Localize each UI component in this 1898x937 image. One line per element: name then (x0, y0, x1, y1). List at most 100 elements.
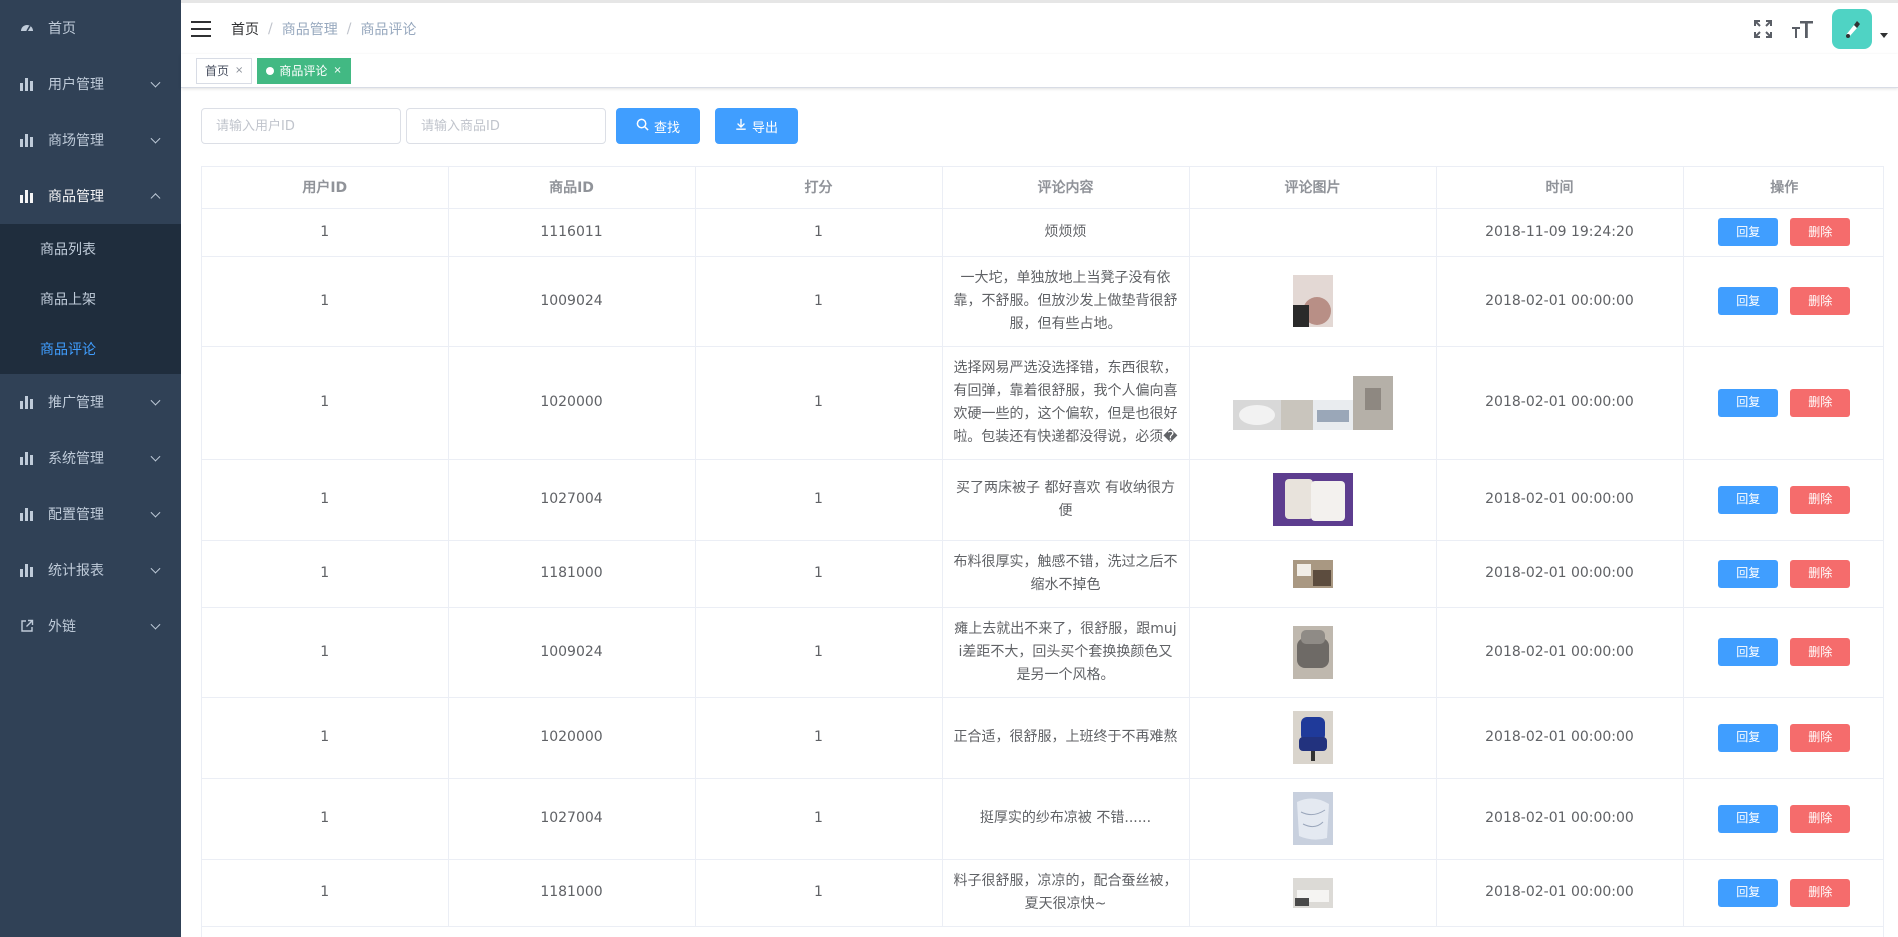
close-icon[interactable]: × (235, 65, 243, 76)
actions-cell: 回复 删除 (1683, 697, 1883, 779)
sidebar-item-mall-management[interactable]: 商场管理 (0, 112, 181, 168)
table-row: 1 1116011 1 烦烦烦 2018-11-09 19:24:20 回复 删除 (202, 208, 1883, 257)
sidebar-item-system-management[interactable]: 系统管理 (0, 430, 181, 486)
user-id-cell: 1 (202, 778, 449, 860)
comment-image[interactable] (1292, 711, 1333, 764)
column-header: 操作 (1683, 167, 1883, 209)
reply-button[interactable]: 回复 (1718, 485, 1779, 514)
score-cell: 1 (695, 256, 943, 347)
actions-cell: 回复 删除 (1683, 778, 1883, 860)
comment-image[interactable] (1292, 275, 1333, 327)
actions-cell: 回复 删除 (1683, 859, 1883, 927)
chevron-down-icon (150, 451, 161, 462)
sidebar-item-statistics[interactable]: 统计报表 (0, 542, 181, 598)
sidebar-item-home[interactable]: 首页 (0, 0, 181, 56)
comment-image[interactable] (1292, 625, 1333, 679)
time-cell: 2018-11-09 19:24:20 (1436, 208, 1684, 257)
sidebar-subitem-goods-create[interactable]: 商品上架 (0, 274, 181, 324)
breadcrumb-separator: / (268, 20, 273, 37)
time-cell: 2018-02-01 00:00:00 (1436, 607, 1684, 698)
delete-button[interactable]: 删除 (1790, 485, 1851, 514)
user-id-cell: 1 (202, 208, 449, 257)
chevron-down-icon (150, 563, 161, 574)
fullscreen-icon[interactable] (1752, 18, 1774, 40)
goods-id-cell: 1116011 (448, 208, 696, 257)
table-row: 1 1181000 1 布料很厚实，触感不错，洗过之后不缩水不掉色 2018-0… (202, 540, 1883, 608)
export-button[interactable]: 导出 (715, 108, 799, 144)
chart-icon (20, 77, 34, 91)
reply-button[interactable]: 回复 (1718, 638, 1779, 666)
delete-button[interactable]: 删除 (1790, 638, 1851, 666)
reply-button[interactable]: 回复 (1718, 878, 1779, 907)
score-cell: 1 (695, 459, 943, 541)
actions-cell: 回复 删除 (1683, 459, 1883, 541)
tag-label: 商品评论 (279, 64, 328, 78)
sidebar-item-user-management[interactable]: 用户管理 (0, 56, 181, 112)
breadcrumb-separator: / (346, 20, 352, 37)
close-icon[interactable]: × (333, 65, 341, 76)
reply-button[interactable]: 回复 (1718, 804, 1779, 833)
actions-cell: 回复 删除 (1683, 346, 1883, 460)
caret-down-icon[interactable] (1880, 33, 1888, 38)
reply-button[interactable]: 回复 (1718, 388, 1779, 417)
user-id-cell: 1 (202, 697, 449, 779)
reply-button[interactable]: 回复 (1718, 559, 1779, 588)
sidebar-subitem-goods-comment[interactable]: 商品评论 (0, 324, 181, 374)
sidebar-item-config-management[interactable]: 配置管理 (0, 486, 181, 542)
breadcrumb-home[interactable]: 首页 (231, 19, 259, 39)
sidebar-item-goods-management[interactable]: 商品管理 (0, 168, 181, 224)
comment-cell: 料子很舒服，凉凉的，配合蚕丝被，夏天很凉快~ (942, 859, 1190, 927)
reply-button[interactable]: 回复 (1718, 287, 1779, 315)
comment-image[interactable] (1292, 877, 1333, 908)
delete-button[interactable]: 删除 (1790, 218, 1851, 246)
sidebar-item-label: 用户管理 (48, 77, 104, 93)
download-icon (735, 118, 747, 134)
chart-icon (20, 451, 34, 465)
goods-id-input[interactable] (406, 108, 606, 144)
score-cell: 1 (695, 778, 943, 860)
comment-image[interactable] (1292, 559, 1333, 588)
table-row: 1 1009024 1 一大坨，单独放地上当凳子没有依靠，不舒服。但放沙发上做垫… (202, 256, 1883, 347)
reply-button[interactable]: 回复 (1718, 723, 1779, 752)
avatar[interactable] (1832, 8, 1872, 49)
user-id-input[interactable] (201, 108, 401, 144)
sidebar-item-label: 推广管理 (48, 395, 104, 411)
dashboard-icon (20, 21, 34, 35)
sidebar-item-promotion-management[interactable]: 推广管理 (0, 374, 181, 430)
time-cell: 2018-02-01 00:00:00 (1436, 540, 1684, 608)
comment-image[interactable] (1292, 792, 1333, 845)
breadcrumb-current: 商品评论 (360, 21, 417, 38)
comment-cell: 正合适，很舒服，上班终于不再难熬 (942, 697, 1190, 779)
hamburger-icon[interactable] (191, 20, 211, 37)
search-button[interactable]: 查找 (616, 108, 701, 144)
user-id-cell: 1 (202, 540, 449, 608)
breadcrumb: 首页 / 商品管理 / 商品评论 (231, 19, 416, 39)
user-id-cell: 1 (202, 256, 449, 347)
comment-image[interactable] (1232, 375, 1393, 430)
chart-icon (20, 133, 34, 147)
sidebar-item-label: 商品管理 (48, 189, 104, 205)
actions-cell: 回复 删除 (1683, 208, 1883, 257)
chart-icon (20, 507, 34, 521)
tag-home[interactable]: 首页 × (196, 57, 253, 84)
sidebar-item-external-link[interactable]: 外链 (0, 598, 181, 654)
delete-button[interactable]: 删除 (1790, 287, 1851, 315)
tag-goods-comment[interactable]: 商品评论 × (257, 57, 351, 84)
font-size-icon[interactable] (1792, 18, 1814, 40)
score-cell: 1 (695, 540, 943, 608)
delete-button[interactable]: 删除 (1790, 559, 1851, 588)
sidebar-subitem-goods-list[interactable]: 商品列表 (0, 224, 181, 274)
time-cell: 2018-02-01 00:00:00 (1436, 459, 1684, 541)
comment-image[interactable] (1272, 473, 1353, 526)
delete-button[interactable]: 删除 (1790, 388, 1851, 417)
column-header: 用户ID (202, 167, 449, 209)
search-icon (636, 118, 649, 135)
delete-button[interactable]: 删除 (1790, 804, 1851, 833)
external-link-icon (20, 619, 34, 633)
table-row: 1 1027004 1 挺厚实的纱布凉被 不错...... 2018-02-01… (202, 778, 1883, 860)
pic-cell (1189, 607, 1437, 698)
delete-button[interactable]: 删除 (1790, 723, 1851, 752)
column-header: 时间 (1436, 167, 1684, 209)
reply-button[interactable]: 回复 (1718, 218, 1779, 246)
delete-button[interactable]: 删除 (1790, 878, 1851, 907)
